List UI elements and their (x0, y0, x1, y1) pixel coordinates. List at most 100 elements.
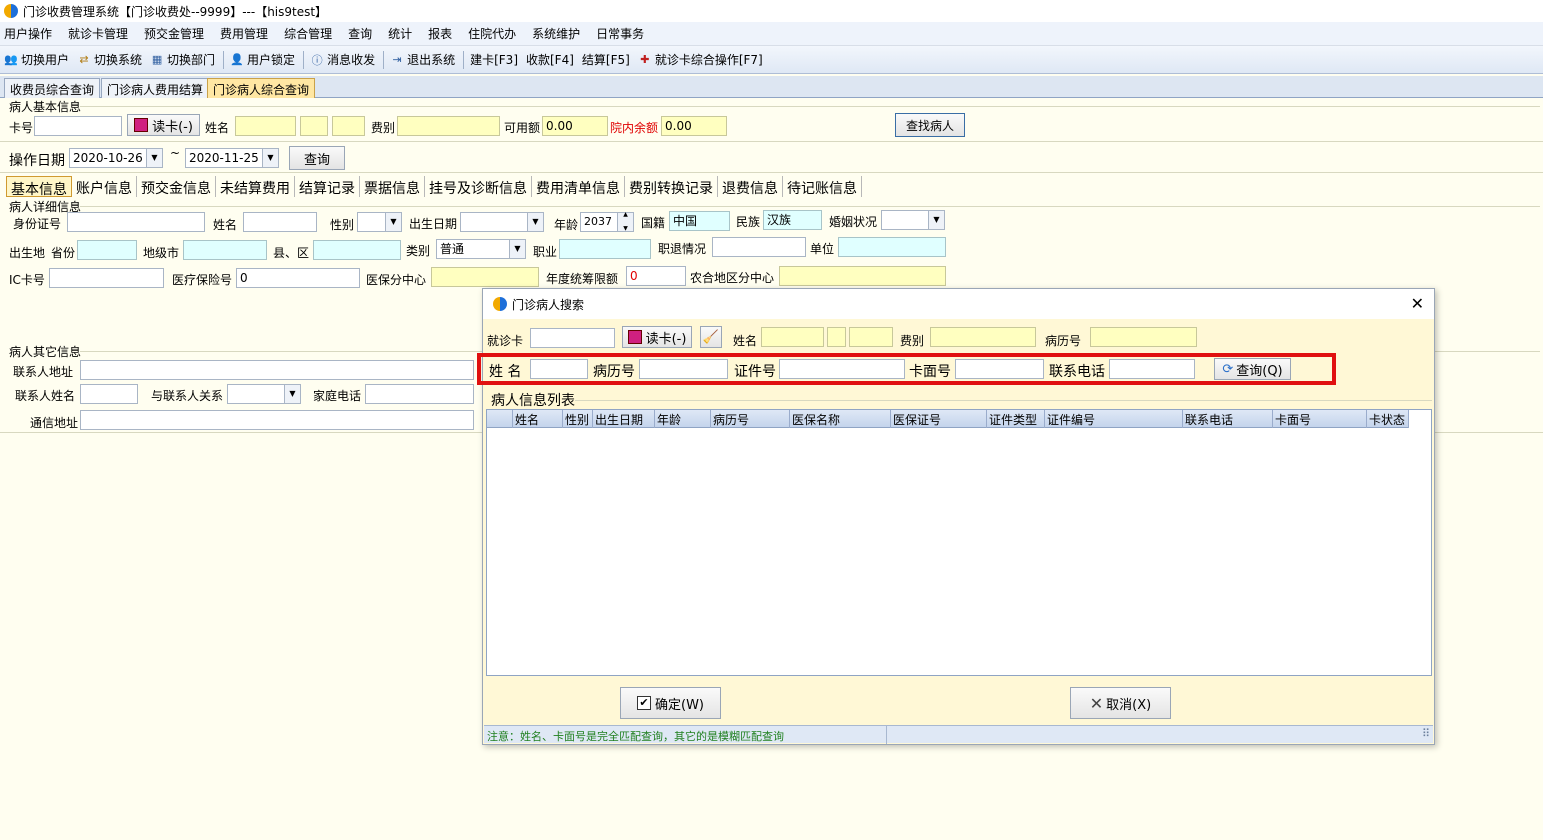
search-card-face-input[interactable] (955, 359, 1044, 379)
op-date-label: 操作日期 (9, 153, 65, 169)
hospital-balance-amount: 0.00 (661, 116, 727, 136)
col-id-number[interactable]: 证件编号 (1045, 410, 1183, 428)
tab-registration-diagnosis[interactable]: 挂号及诊断信息 (425, 176, 532, 197)
menu-deposit-mgmt[interactable]: 预交金管理 (144, 25, 204, 42)
col-card-face[interactable]: 卡面号 (1273, 410, 1367, 428)
col-birth-date[interactable]: 出生日期 (593, 410, 655, 428)
contact-address-input[interactable] (80, 360, 474, 380)
search-record-input[interactable] (639, 359, 728, 379)
search-phone-input[interactable] (1109, 359, 1195, 379)
detail-name-input[interactable] (243, 212, 317, 232)
col-name[interactable]: 姓名 (513, 410, 563, 428)
exit-button[interactable]: ⇥ 退出系统 (390, 51, 455, 68)
card-no-input[interactable] (34, 116, 122, 136)
birth-date-picker[interactable]: ▼ (460, 212, 544, 232)
marital-select[interactable]: ▼ (881, 210, 945, 230)
switch-system-button[interactable]: ⇄ 切换系统 (77, 51, 142, 68)
tab-pending-account[interactable]: 待记账信息 (783, 176, 862, 197)
messages-button[interactable]: ⓘ 消息收发 (310, 51, 376, 68)
close-icon[interactable]: ✕ (1411, 294, 1424, 313)
col-age[interactable]: 年龄 (655, 410, 711, 428)
dlg-read-card-button[interactable]: 读卡(-) (622, 326, 692, 348)
ok-button[interactable]: ✔ 确定(W) (620, 687, 721, 719)
col-card-status[interactable]: 卡状态 (1367, 410, 1409, 428)
menu-fee-mgmt[interactable]: 费用管理 (220, 25, 268, 42)
menu-query[interactable]: 查询 (348, 25, 372, 42)
menu-general-mgmt[interactable]: 综合管理 (284, 25, 332, 42)
county-input[interactable] (313, 240, 401, 260)
menu-reports[interactable]: 报表 (428, 25, 452, 42)
menu-card-mgmt[interactable]: 就诊卡管理 (68, 25, 128, 42)
search-id-label: 证件号 (734, 364, 776, 380)
lock-user-button[interactable]: 👤 用户锁定 (230, 51, 295, 68)
col-gender[interactable]: 性别 (563, 410, 593, 428)
relation-select[interactable]: ▼ (227, 384, 301, 404)
toolbar-separator (303, 50, 305, 69)
province-input[interactable] (77, 240, 137, 260)
col-record-no[interactable]: 病历号 (711, 410, 790, 428)
tab-invoice-info[interactable]: 票据信息 (360, 176, 425, 197)
mail-address-input[interactable] (80, 410, 474, 430)
tab-deposit-info[interactable]: 预交金信息 (137, 176, 216, 197)
patient-list-table[interactable]: 姓名 性别 出生日期 年龄 病历号 医保名称 医保证号 证件类型 证件编号 联系… (486, 409, 1432, 676)
id-no-input[interactable] (67, 212, 205, 232)
query-button[interactable]: 查询 (289, 146, 345, 170)
table-header: 姓名 性别 出生日期 年龄 病历号 医保名称 医保证号 证件类型 证件编号 联系… (487, 410, 1409, 428)
menu-user-ops[interactable]: 用户操作 (4, 25, 52, 42)
tab-account-info[interactable]: 账户信息 (72, 176, 137, 197)
find-patient-button[interactable]: 查找病人 (895, 113, 965, 137)
settle-button[interactable]: 结算[F5] (582, 51, 630, 68)
switch-dept-button[interactable]: ▦ 切换部门 (150, 51, 215, 68)
province-label: 省份 (51, 246, 76, 260)
city-input[interactable] (183, 240, 267, 260)
resize-grip-icon[interactable]: ⠿ (1422, 727, 1430, 740)
ethnicity-input[interactable]: 汉族 (763, 210, 822, 230)
home-phone-input[interactable] (365, 384, 474, 404)
nationality-input[interactable]: 中国 (669, 211, 730, 231)
contact-name-input[interactable] (80, 384, 138, 404)
employer-input[interactable] (838, 237, 946, 257)
tab-basic-info[interactable]: 基本信息 (6, 176, 72, 198)
menu-daily-affairs[interactable]: 日常事务 (596, 25, 644, 42)
col-insurance-no[interactable]: 医保证号 (891, 410, 987, 428)
tab-cashier-query[interactable]: 收费员综合查询 (4, 78, 101, 98)
create-card-button[interactable]: 建卡[F3] (470, 51, 518, 68)
charge-button[interactable]: 收款[F4] (526, 51, 574, 68)
dlg-card-input[interactable] (530, 328, 615, 348)
tab-outpatient-settlement[interactable]: 门诊病人费用结算 (101, 78, 210, 98)
date-from-picker[interactable]: 2020-10-26 ▼ (69, 148, 163, 168)
col-insurance-name[interactable]: 医保名称 (790, 410, 891, 428)
retirement-input[interactable] (712, 237, 806, 257)
tab-fee-type-conversion[interactable]: 费别转换记录 (625, 176, 718, 197)
gender-select[interactable]: ▼ (357, 212, 402, 232)
switch-user-button[interactable]: 👥 切换用户 (4, 51, 69, 68)
col-phone[interactable]: 联系电话 (1183, 410, 1273, 428)
category-select[interactable]: 普通 ▼ (436, 239, 526, 259)
tab-settlement-records[interactable]: 结算记录 (295, 176, 360, 197)
date-to-picker[interactable]: 2020-11-25 ▼ (185, 148, 279, 168)
search-record-label: 病历号 (593, 364, 635, 380)
name-input[interactable] (235, 116, 296, 136)
settle-label: 结算[F5] (581, 53, 630, 67)
occupation-input[interactable] (559, 239, 651, 259)
search-id-input[interactable] (779, 359, 905, 379)
menu-statistics[interactable]: 统计 (388, 25, 412, 42)
tab-fee-list[interactable]: 费用清单信息 (532, 176, 625, 197)
tab-outpatient-query[interactable]: 门诊病人综合查询 (207, 78, 316, 98)
ic-card-input[interactable] (49, 268, 164, 288)
age-spinner[interactable]: 2037 ▲ ▼ (580, 211, 634, 232)
col-id-type[interactable]: 证件类型 (987, 410, 1045, 428)
clear-button[interactable]: 🧹 (700, 326, 722, 348)
menu-system-maintenance[interactable]: 系统维护 (532, 25, 580, 42)
card-ops-button[interactable]: ✚ 就诊卡综合操作[F7] (638, 51, 763, 68)
dialog-query-button[interactable]: ⟳ 查询(Q) (1214, 358, 1291, 380)
tab-refund-info[interactable]: 退费信息 (718, 176, 783, 197)
hospital-balance-label: 院内余额 (610, 121, 659, 135)
read-card-button[interactable]: 读卡(-) (127, 114, 200, 136)
ethnicity-label: 民族 (736, 215, 761, 229)
menu-inpatient-agent[interactable]: 住院代办 (468, 25, 516, 42)
search-name-input[interactable] (530, 359, 588, 379)
insurance-no-input[interactable]: 0 (236, 268, 360, 288)
tab-unsettled-fees[interactable]: 未结算费用 (216, 176, 295, 197)
cancel-button[interactable]: ✕ 取消(X) (1070, 687, 1171, 719)
